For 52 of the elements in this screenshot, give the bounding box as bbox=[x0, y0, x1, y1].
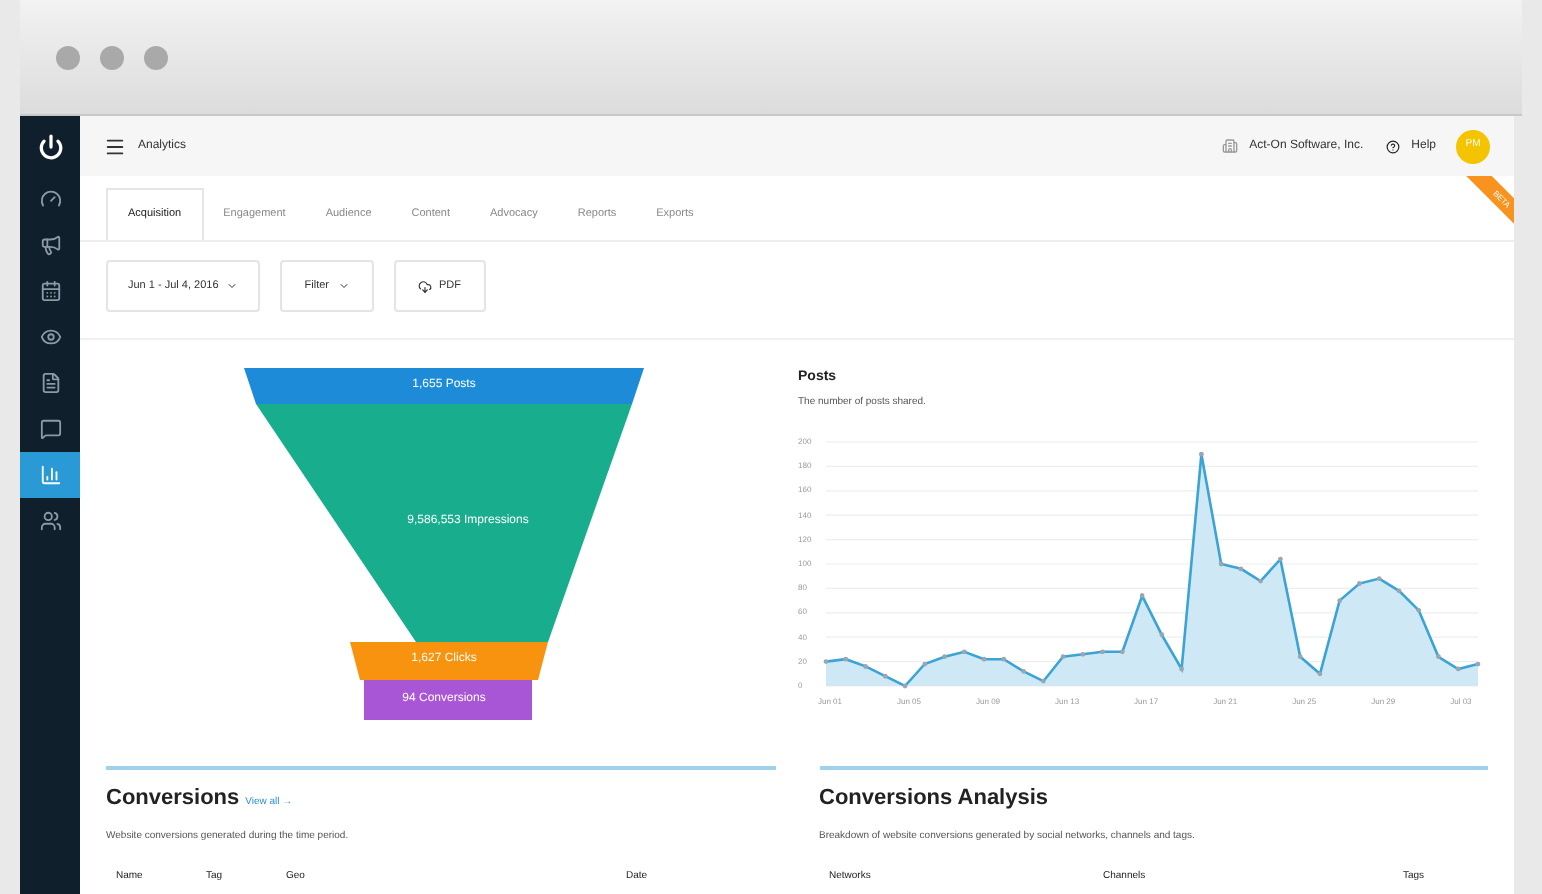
bar-chart-icon bbox=[39, 464, 61, 486]
data-point bbox=[942, 654, 947, 660]
help-icon[interactable] bbox=[1385, 139, 1400, 153]
data-point bbox=[1139, 593, 1145, 599]
people-icon bbox=[39, 510, 61, 532]
data-point bbox=[1337, 598, 1343, 603]
data-point bbox=[1297, 654, 1303, 660]
data-point bbox=[1278, 556, 1283, 562]
data-point bbox=[1396, 588, 1402, 594]
data-point bbox=[1080, 651, 1086, 657]
data-point bbox=[1021, 668, 1026, 674]
caret-icon bbox=[337, 280, 349, 292]
sidebar-item[interactable] bbox=[20, 452, 80, 498]
eye-icon bbox=[39, 326, 61, 348]
section-title: Conversions bbox=[106, 784, 240, 814]
data-point bbox=[1238, 566, 1244, 572]
data-point bbox=[922, 661, 928, 667]
data-point bbox=[1436, 654, 1441, 660]
data-point bbox=[843, 656, 849, 662]
data-point bbox=[1218, 561, 1224, 567]
menu-icon[interactable] bbox=[104, 135, 126, 157]
data-point bbox=[1199, 451, 1204, 457]
data-point bbox=[1060, 654, 1066, 660]
cloud-download-icon bbox=[417, 279, 431, 293]
data-point bbox=[1376, 576, 1382, 582]
calendar-icon bbox=[39, 280, 61, 302]
data-point bbox=[1100, 649, 1105, 655]
section-title: Conversions Analysis bbox=[819, 784, 1049, 814]
data-point bbox=[1455, 666, 1461, 672]
data-point bbox=[1159, 632, 1165, 638]
data-point bbox=[961, 649, 967, 655]
power-icon[interactable] bbox=[37, 133, 63, 159]
data-point bbox=[1416, 607, 1422, 613]
data-point bbox=[863, 664, 868, 669]
data-point bbox=[823, 659, 829, 664]
data-point bbox=[1179, 666, 1185, 672]
data-point bbox=[1001, 656, 1007, 662]
data-point bbox=[882, 673, 888, 679]
data-point bbox=[1258, 578, 1264, 584]
building-icon bbox=[1221, 138, 1238, 154]
data-point bbox=[1119, 649, 1125, 655]
gauge-icon bbox=[39, 188, 61, 210]
data-point bbox=[1357, 581, 1362, 586]
data-point bbox=[981, 656, 987, 662]
document-icon bbox=[39, 372, 61, 394]
chat-icon bbox=[39, 418, 61, 440]
megaphone-icon bbox=[39, 234, 61, 256]
data-point bbox=[1475, 661, 1481, 667]
caret-icon bbox=[226, 280, 239, 292]
data-point bbox=[1317, 671, 1323, 677]
data-point bbox=[902, 683, 908, 689]
data-point bbox=[1040, 678, 1046, 684]
